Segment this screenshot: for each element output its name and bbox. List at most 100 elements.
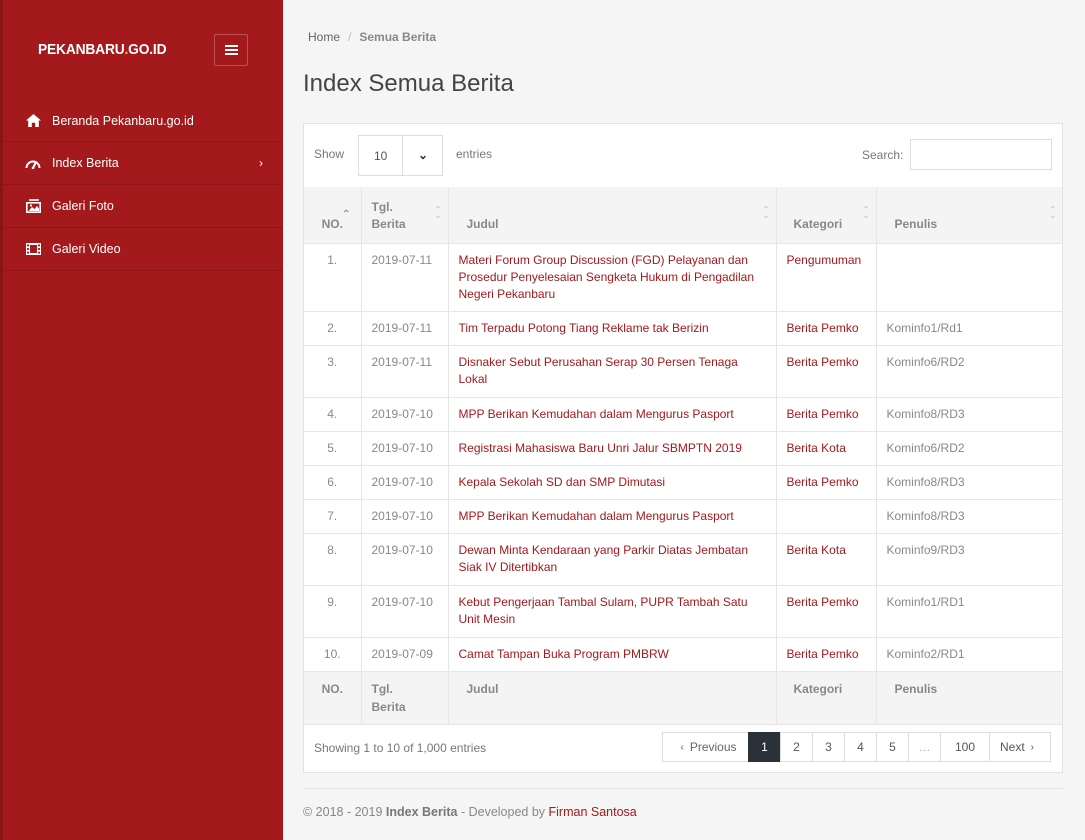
row-category-link[interactable]: Berita Pemko: [776, 585, 877, 638]
table-info: Showing 1 to 10 of 1,000 entries: [314, 741, 487, 755]
select-divider: [402, 136, 403, 175]
row-category-link[interactable]: Berita Pemko: [776, 637, 877, 672]
hamburger-icon: [224, 45, 238, 55]
column-header-author[interactable]: Penulis ⌃ ⌄: [876, 187, 1062, 244]
sort-icon: ⌃ ⌄: [1049, 205, 1056, 220]
row-title-link[interactable]: Tim Terpadu Potong Tiang Reklame tak Ber…: [448, 311, 777, 346]
row-date: 2019-07-10: [361, 533, 449, 586]
row-title-link[interactable]: Materi Forum Group Discussion (FGD) Pela…: [448, 243, 777, 312]
next-page-button[interactable]: Next ›: [989, 732, 1051, 762]
table-row: 3. 2019-07-11 Disnaker Sebut Perusahan Ser…: [304, 345, 1062, 398]
column-header-label: Kategori: [793, 217, 843, 232]
breadcrumb-home-link[interactable]: Home: [308, 30, 340, 44]
sidebar-item-galeri-video[interactable]: Galeri Video: [3, 228, 283, 271]
row-number: 9.: [304, 585, 362, 638]
sort-icon: ⌃ ⌄: [434, 205, 442, 220]
row-number: 7.: [304, 499, 362, 534]
chevron-left-icon: ‹: [680, 741, 684, 753]
page-button-4[interactable]: 4: [844, 732, 877, 762]
show-label: Show: [314, 147, 345, 161]
footer-header-author: Penulis: [876, 671, 1062, 725]
footer-header-date: Tgl. Berita: [361, 671, 449, 725]
next-label: Next: [999, 740, 1025, 754]
table-row: 1. 2019-07-11 Materi Forum Group Discussio…: [304, 243, 1062, 312]
row-title-link[interactable]: Kebut Pengerjaan Tambal Sulam, PUPR Tamb…: [448, 585, 777, 638]
previous-page-button[interactable]: ‹ Previous: [662, 732, 749, 762]
sidebar-item-beranda[interactable]: Beranda Pekanbaru.go.id: [3, 100, 283, 142]
row-category-link[interactable]: Berita Pemko: [776, 397, 877, 432]
pagination: ‹ Previous 1 2 3 4 5 … 100 Next ›: [662, 732, 1051, 762]
row-author: Kominfo9/RD3: [876, 533, 1062, 586]
row-category-link[interactable]: Berita Kota: [776, 533, 877, 586]
row-number: 1.: [304, 243, 362, 312]
table-row: 5. 2019-07-10 Registrasi Mahasiswa Baru Un…: [304, 431, 1062, 466]
main-content: Home / Semua Berita Index Semua Berita Sho…: [283, 0, 1085, 840]
row-title-link[interactable]: MPP Berikan Kemudahan dalam Mengurus Pas…: [448, 397, 777, 432]
sort-icon: ⌃ ⌄: [762, 205, 770, 220]
row-category-link[interactable]: [776, 499, 877, 534]
footer-copyright: © 2018 - 2019: [303, 805, 383, 819]
row-title-link[interactable]: Registrasi Mahasiswa Baru Unri Jalur SBM…: [448, 431, 777, 466]
footer-site-name: Index Berita: [385, 805, 458, 819]
sidebar-item-galeri-foto[interactable]: Galeri Foto: [3, 185, 283, 228]
page-button-last[interactable]: 100: [940, 732, 990, 762]
sidebar-item-label: Beranda Pekanbaru.go.id: [52, 113, 194, 128]
row-author: Kominfo8/RD3: [876, 499, 1062, 534]
entries-per-page-select[interactable]: 10 ⌄: [358, 135, 443, 176]
row-author: Kominfo8/RD3: [876, 465, 1062, 500]
brand-row: PEKANBARU.GO.ID: [3, 0, 283, 100]
table-row: 4. 2019-07-10 MPP Berikan Kemudahan dalam …: [304, 397, 1062, 432]
column-header-no[interactable]: NO. ⌃: [304, 187, 362, 244]
sidebar-nav: Beranda Pekanbaru.go.id Index Berita › G…: [3, 100, 283, 271]
sidebar-item-index-berita[interactable]: Index Berita ›: [3, 142, 283, 185]
row-title-link[interactable]: Camat Tampan Buka Program PMBRW: [448, 637, 777, 672]
row-title-link[interactable]: MPP Berikan Kemudahan dalam Mengurus Pas…: [448, 499, 777, 534]
page-footer: © 2018 - 2019 Index Berita - Developed b…: [303, 805, 637, 819]
page-button-1[interactable]: 1: [748, 732, 781, 762]
column-header-title[interactable]: Judul ⌃ ⌄: [448, 187, 777, 244]
row-date: 2019-07-10: [361, 397, 449, 432]
column-header-category[interactable]: Kategori ⌃ ⌄: [776, 187, 877, 244]
row-author: [876, 243, 1062, 312]
page-button-3[interactable]: 3: [812, 732, 845, 762]
row-number: 3.: [304, 345, 362, 398]
chevron-down-icon: ⌄: [418, 148, 429, 162]
page-button-2[interactable]: 2: [780, 732, 813, 762]
row-category-link[interactable]: Berita Pemko: [776, 345, 877, 398]
row-category-link[interactable]: Berita Pemko: [776, 311, 877, 346]
news-table: NO. ⌃ Tgl. Berita ⌃ ⌄ Judul ⌃ ⌄ Kategori ⌃ ⌄ Pe…: [304, 187, 1062, 725]
row-title-link[interactable]: Disnaker Sebut Perusahan Serap 30 Persen…: [448, 345, 777, 398]
column-header-label: Judul: [466, 217, 499, 232]
table-header-row: NO. ⌃ Tgl. Berita ⌃ ⌄ Judul ⌃ ⌄ Kategori ⌃ ⌄ Pe…: [304, 187, 1062, 244]
previous-label: Previous: [689, 740, 737, 754]
table-row: 10. 2019-07-09 Camat Tampan Buka Program P…: [304, 637, 1062, 672]
hamburger-menu-button[interactable]: [214, 34, 248, 66]
row-category-link[interactable]: Berita Kota: [776, 431, 877, 466]
row-date: 2019-07-10: [361, 431, 449, 466]
site-logo[interactable]: PEKANBARU.GO.ID: [38, 41, 167, 58]
footer-header-no: NO.: [304, 671, 362, 725]
row-title-link[interactable]: Dewan Minta Kendaraan yang Parkir Diatas…: [448, 533, 777, 586]
footer-author-link[interactable]: Firman Santosa: [549, 805, 637, 819]
brand-text: PEKANBARU: [38, 41, 125, 58]
row-date: 2019-07-10: [361, 499, 449, 534]
breadcrumb-separator: /: [348, 30, 352, 44]
row-category-link[interactable]: Pengumuman: [776, 243, 877, 312]
row-title-link[interactable]: Kepala Sekolah SD dan SMP Dimutasi: [448, 465, 777, 500]
search-input[interactable]: [910, 139, 1052, 170]
table-row: 2. 2019-07-11 Tim Terpadu Potong Tiang Rek…: [304, 311, 1062, 346]
page-title: Index Semua Berita: [303, 70, 514, 97]
video-film-icon: [25, 242, 41, 256]
row-date: 2019-07-10: [361, 585, 449, 638]
entries-label: entries: [456, 147, 493, 161]
row-author: Kominfo1/Rd1: [876, 311, 1062, 346]
sidebar: PEKANBARU.GO.ID Beranda Pekanbaru.go.id …: [0, 0, 283, 840]
row-date: 2019-07-10: [361, 465, 449, 500]
breadcrumb-current: Semua Berita: [359, 30, 437, 44]
row-date: 2019-07-09: [361, 637, 449, 672]
row-category-link[interactable]: Berita Pemko: [776, 465, 877, 500]
row-number: 2.: [304, 311, 362, 346]
row-number: 4.: [304, 397, 362, 432]
column-header-date[interactable]: Tgl. Berita ⌃ ⌄: [361, 187, 449, 244]
page-button-5[interactable]: 5: [876, 732, 909, 762]
